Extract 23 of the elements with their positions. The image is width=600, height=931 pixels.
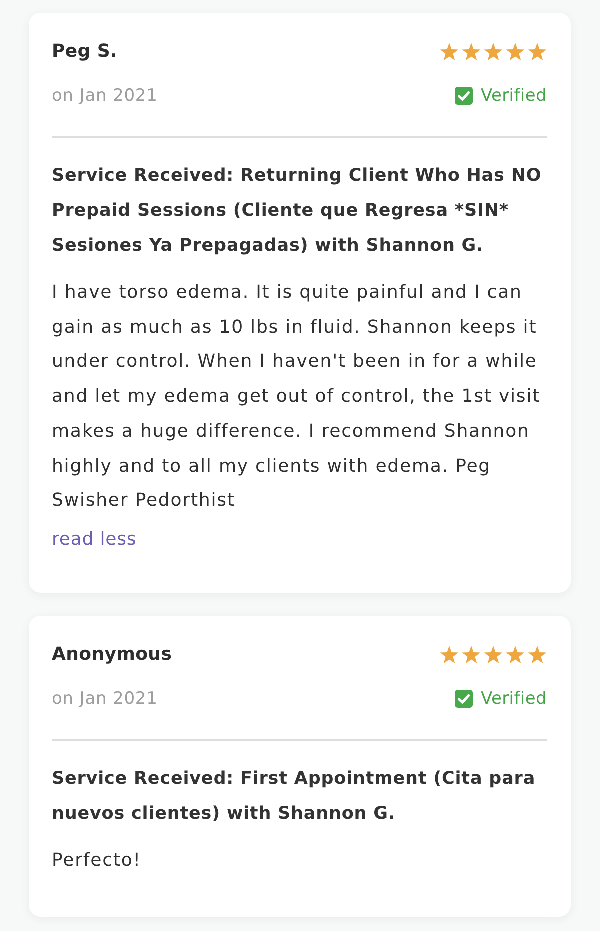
- star-icon: [462, 43, 481, 61]
- read-less-link[interactable]: read less: [52, 524, 137, 555]
- checked-box-icon: [454, 690, 473, 708]
- verified-label: Verified: [480, 688, 547, 711]
- review-date: on Jan 2021: [52, 85, 158, 108]
- star-icon: [506, 43, 525, 61]
- review-date: on Jan 2021: [52, 688, 158, 711]
- star-icon: [462, 646, 481, 664]
- service-received-text: Service Received: First Appointment (Cita para nuevos clientes) with Shannon G.: [52, 768, 537, 826]
- reviewer-name: Anonymous: [52, 642, 172, 667]
- verified-label: Verified: [480, 85, 547, 108]
- review-text: I have torso edema. It is quite painful and I can gain as much as 10 lbs in fluid. Shannon keeps it under control. When I haven't been in for a while and let my edema get out of control, the 1st visit makes a huge difference. I recommend Shannon highly and to all my clients with edema. Peg Swisher Pedorthist: [52, 281, 542, 514]
- star-icon: [484, 43, 503, 61]
- reviewer-name: Peg S.: [52, 40, 118, 64]
- star-icon: [528, 646, 547, 664]
- star-icon: [506, 646, 525, 664]
- checked-box-icon: [454, 87, 473, 105]
- review-text: Perfecto!: [52, 848, 142, 873]
- star-icon: [484, 646, 503, 664]
- service-received-text: Service Received: Returning Client Who Has NO Prepaid Sessions (Cliente que Regresa *SIN* Sesiones Ya Prepagadas) with Shannon G.: [52, 165, 543, 258]
- star-icon: [440, 646, 459, 664]
- star-icon: [440, 43, 459, 61]
- star-icon: [528, 43, 547, 61]
